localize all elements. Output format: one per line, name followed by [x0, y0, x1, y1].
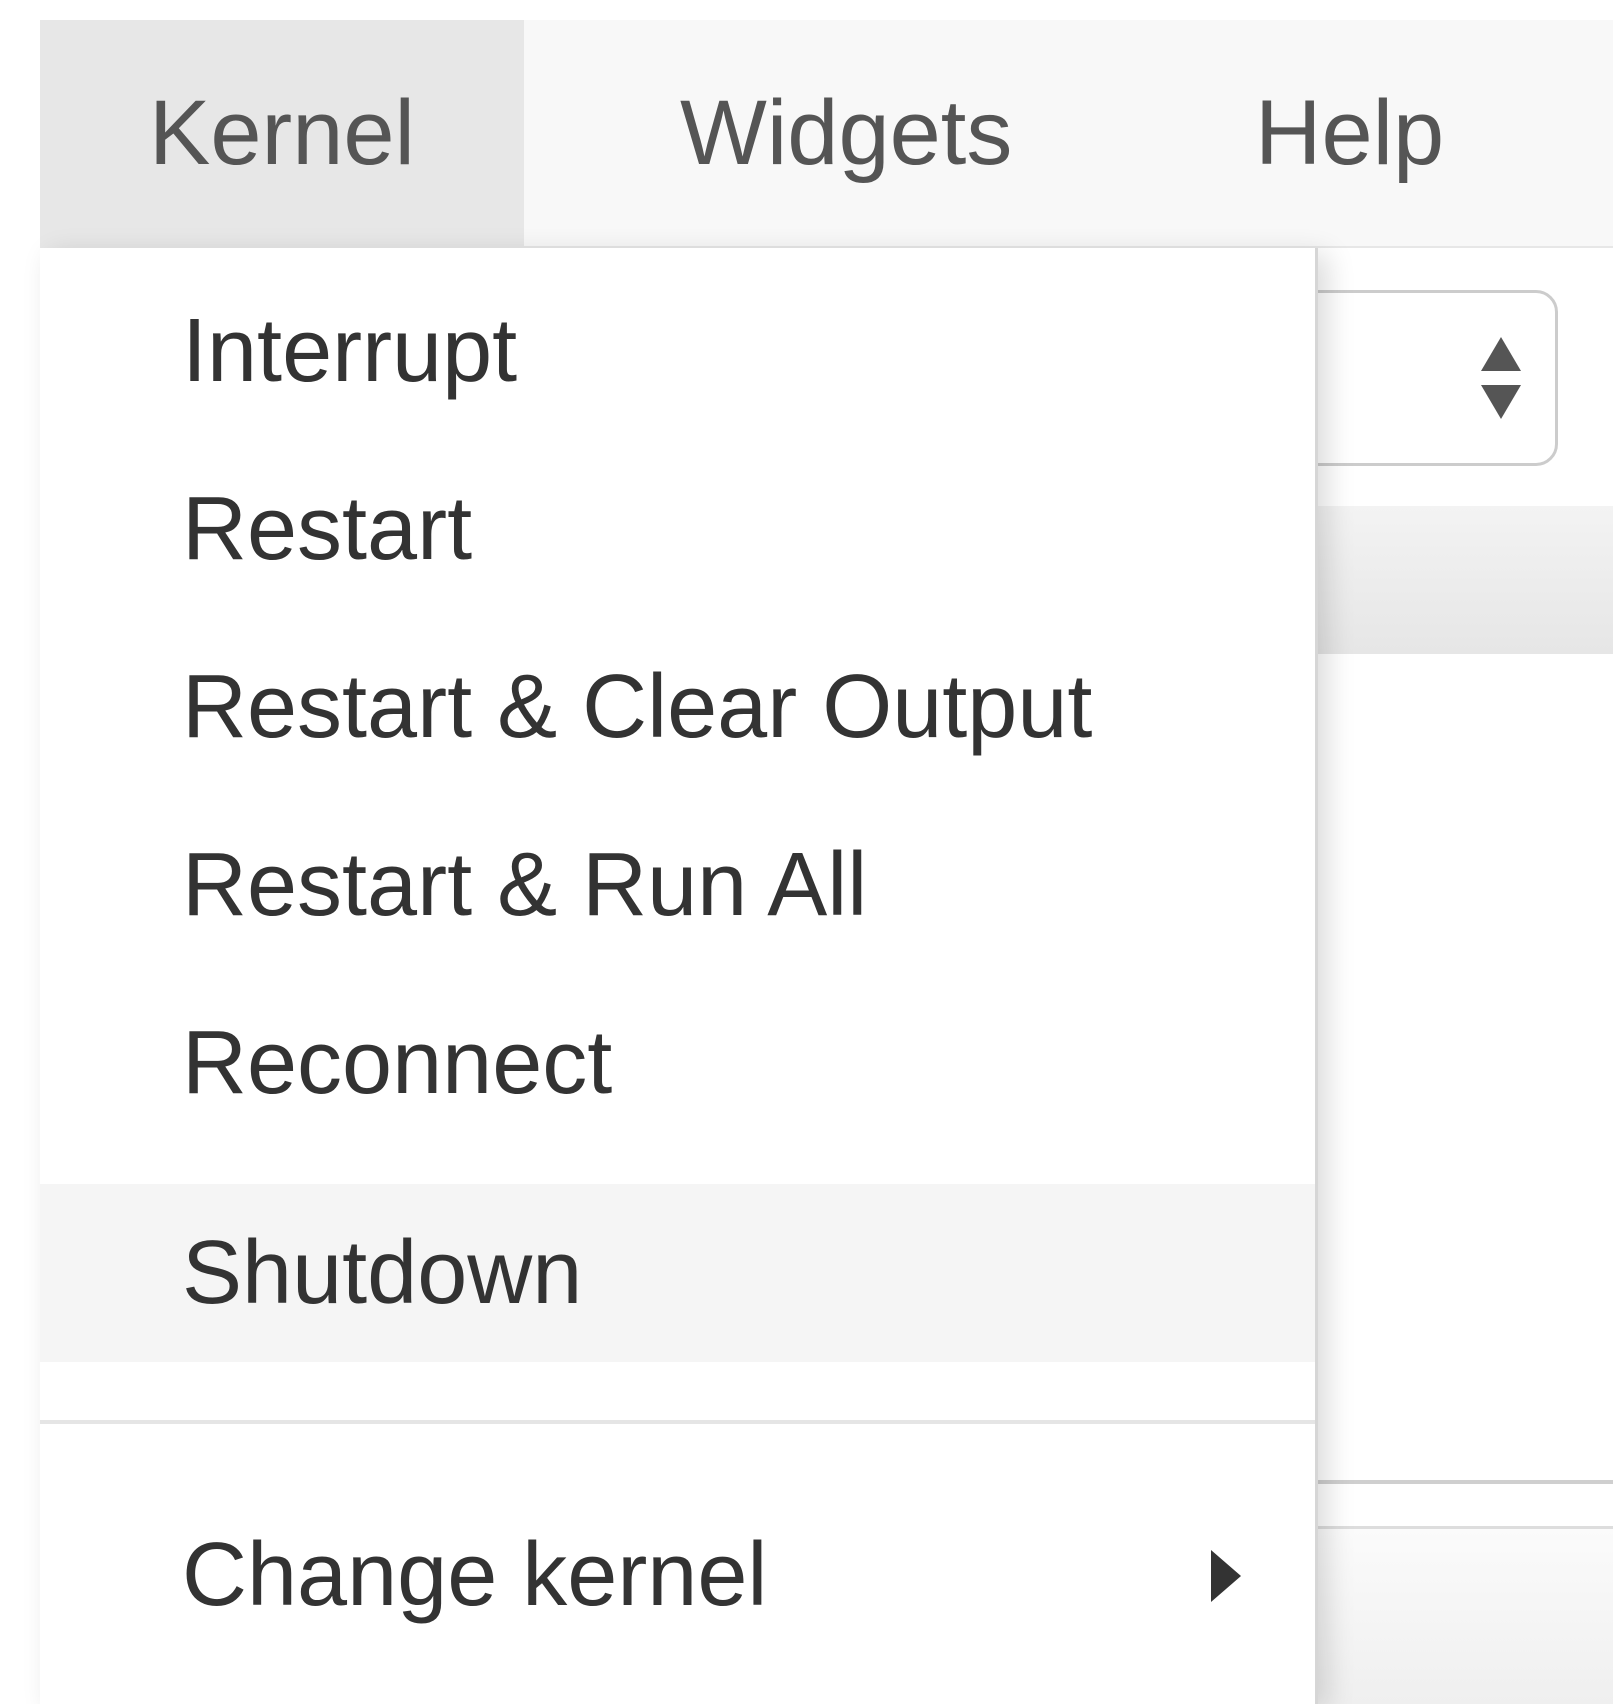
select-arrows-icon [1479, 333, 1523, 423]
menu-item-interrupt[interactable]: Interrupt [40, 262, 1315, 440]
menu-item-restart-clear-output[interactable]: Restart & Clear Output [40, 618, 1315, 796]
menu-divider [40, 1420, 1315, 1424]
menu-help[interactable]: Help [1210, 20, 1510, 246]
toolbar-background [1310, 506, 1613, 654]
menu-item-restart-run-all[interactable]: Restart & Run All [40, 796, 1315, 974]
menu-item-shutdown[interactable]: Shutdown [40, 1184, 1315, 1362]
menu-kernel[interactable]: Kernel [40, 20, 524, 246]
notebook-cell-area [1310, 1529, 1613, 1704]
menu-item-change-kernel[interactable]: Change kernel [40, 1486, 1315, 1664]
menu-item-restart[interactable]: Restart [40, 440, 1315, 618]
kernel-dropdown-menu: Interrupt Restart Restart & Clear Output… [40, 248, 1318, 1704]
caret-right-icon [1207, 1548, 1245, 1604]
notebook-panel [1310, 654, 1613, 1484]
change-kernel-label: Change kernel [182, 1525, 768, 1625]
menu-widgets[interactable]: Widgets [600, 20, 1110, 246]
menu-item-reconnect[interactable]: Reconnect [40, 974, 1315, 1152]
menubar: Kernel Widgets Help [40, 20, 1613, 248]
